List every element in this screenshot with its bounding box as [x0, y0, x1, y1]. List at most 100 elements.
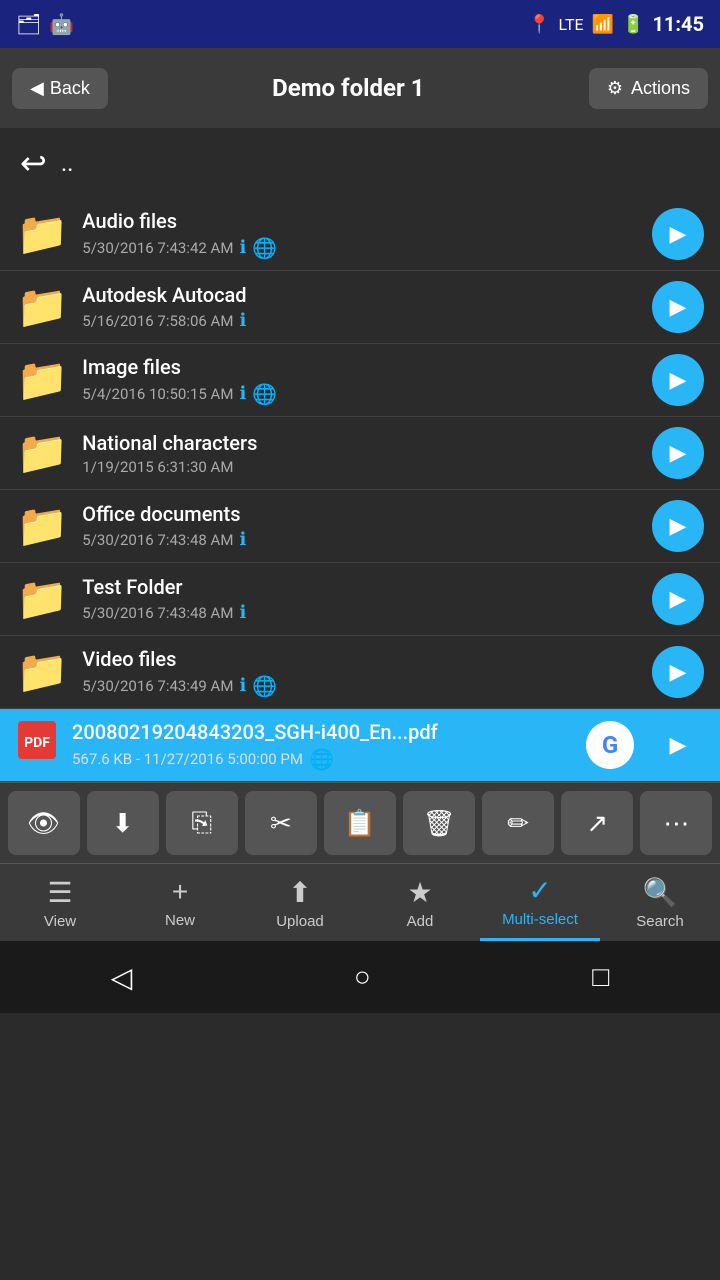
back-folder-icon: ↩ [20, 144, 47, 182]
file-date: 5/30/2016 7:43:48 AM [82, 604, 233, 622]
add-nav-icon: ★ [407, 876, 432, 909]
add-nav-label: Add [407, 913, 434, 930]
actions-label: Actions [631, 78, 690, 99]
new-nav[interactable]: + New [120, 864, 240, 941]
file-date: 567.6 KB - 11/27/2016 5:00:00 PM [72, 750, 303, 768]
list-item[interactable]: 📁 Office documents5/30/2016 7:43:48 AMℹ ▶ [0, 490, 720, 563]
file-date: 5/4/2016 10:50:15 AM [82, 385, 233, 403]
status-time: 11:45 [652, 12, 704, 36]
file-meta: 5/30/2016 7:43:48 AM ℹ [82, 602, 638, 623]
multiselect-nav[interactable]: ✓Multi-select [480, 864, 600, 941]
search-nav[interactable]: 🔍Search [600, 864, 720, 941]
folder-icon: 📁 [16, 356, 68, 405]
network-icon: 📶 [592, 14, 614, 35]
file-info: Test Folder 5/30/2016 7:43:48 AM ℹ [82, 575, 638, 623]
status-right-icons: 📍 LTE 📶 🔋 11:45 [528, 12, 704, 36]
file-meta: 5/30/2016 7:43:49 AMℹ🌐 [82, 674, 638, 698]
app-icon-1: 🗂 [16, 12, 41, 36]
page-title: Demo folder 1 [108, 74, 589, 102]
info-icon: ℹ [239, 383, 246, 404]
parent-dir-row[interactable]: ↩ .. [0, 128, 720, 198]
list-item[interactable]: 📁National characters1/19/2015 6:31:30 AM… [0, 417, 720, 490]
file-info: National characters1/19/2015 6:31:30 AM [82, 431, 638, 476]
file-name: Image files [82, 355, 638, 379]
parent-dir-dots: .. [61, 149, 74, 177]
file-date: 5/30/2016 7:43:49 AM [82, 677, 233, 695]
play-button[interactable]: ▶ [652, 281, 704, 333]
view-nav[interactable]: ☰ View [0, 864, 120, 941]
file-info: Video files5/30/2016 7:43:49 AMℹ🌐 [82, 647, 638, 698]
file-info: Office documents5/30/2016 7:43:48 AMℹ [82, 502, 638, 550]
sys-recent-button[interactable]: □ [582, 951, 619, 1003]
file-name: 20080219204843203_SGH-i400_En...pdf [72, 720, 572, 744]
status-bar: 🗂 🤖 📍 LTE 📶 🔋 11:45 [0, 0, 720, 48]
play-button[interactable]: ▶ [652, 719, 704, 771]
info-icon: ℹ [239, 310, 246, 331]
back-label: Back [50, 78, 90, 99]
share-btn[interactable]: ↗ [561, 791, 633, 855]
battery-icon: 🔋 [622, 14, 644, 35]
file-name: Audio files [82, 209, 638, 233]
file-name: Test Folder [82, 575, 638, 599]
globe-icon: 🌐 [252, 236, 277, 260]
list-item[interactable]: 📁 Audio files 5/30/2016 7:43:42 AM ℹ 🌐 ▶ [0, 198, 720, 271]
info-icon: ℹ [239, 602, 246, 623]
play-button[interactable]: ▶ [652, 354, 704, 406]
multiselect-nav-label: Multi-select [502, 911, 578, 928]
file-meta: 1/19/2015 6:31:30 AM [82, 458, 638, 476]
svg-text:PDF: PDF [24, 735, 50, 751]
new-nav-label: New [165, 912, 195, 929]
app-icon-2: 🤖 [49, 12, 74, 36]
status-left-icons: 🗂 🤖 [16, 12, 74, 36]
view-nav-icon: ☰ [47, 876, 72, 909]
view-nav-label: View [44, 913, 76, 930]
paste-btn[interactable]: 📋 [324, 791, 396, 855]
folder-icon: 📁 [16, 502, 68, 551]
view-btn[interactable]: 👁 [8, 791, 80, 855]
folder-icon: 📁 [16, 283, 68, 332]
info-icon: ℹ [239, 237, 246, 258]
list-item[interactable]: PDF 20080219204843203_SGH-i400_En...pdf 56… [0, 709, 720, 782]
list-item[interactable]: 📁Image files5/4/2016 10:50:15 AMℹ🌐▶ [0, 344, 720, 417]
play-button[interactable]: ▶ [652, 646, 704, 698]
google-icon: G [586, 721, 634, 769]
sys-back-button[interactable]: ◁ [101, 951, 143, 1004]
file-meta: 5/4/2016 10:50:15 AMℹ🌐 [82, 382, 638, 406]
file-date: 5/30/2016 7:43:42 AM [82, 239, 233, 257]
header: ◀ Back Demo folder 1 ⚙ Actions [0, 48, 720, 128]
file-name: Autodesk Autocad [82, 283, 638, 307]
file-list: 📁 Audio files 5/30/2016 7:43:42 AM ℹ 🌐 ▶ 📁 Auto… [0, 198, 720, 782]
file-name: Office documents [82, 502, 638, 526]
new-nav-icon: + [172, 876, 188, 908]
search-nav-icon: 🔍 [643, 876, 678, 909]
more-btn[interactable]: ⋯ [640, 791, 712, 855]
play-button[interactable]: ▶ [652, 427, 704, 479]
list-item[interactable]: 📁Test Folder5/30/2016 7:43:48 AMℹ▶ [0, 563, 720, 636]
file-date: 1/19/2015 6:31:30 AM [82, 458, 233, 476]
cut-btn[interactable]: ✂ [245, 791, 317, 855]
pdf-icon: PDF [16, 719, 58, 771]
location-icon: 📍 [528, 14, 550, 35]
edit-btn[interactable]: ✏ [482, 791, 554, 855]
list-item[interactable]: 📁Video files5/30/2016 7:43:49 AMℹ🌐▶ [0, 636, 720, 709]
folder-icon: 📁 [16, 210, 68, 259]
globe-icon: 🌐 [309, 747, 334, 771]
upload-nav-icon: ⬆ [288, 876, 311, 909]
info-icon: ℹ [239, 675, 246, 696]
file-info: Autodesk Autocad5/16/2016 7:58:06 AMℹ [82, 283, 638, 331]
add-nav[interactable]: ★ Add [360, 864, 480, 941]
file-info: 20080219204843203_SGH-i400_En...pdf 567.6… [72, 720, 572, 771]
folder-icon: 📁 [16, 648, 68, 697]
back-button[interactable]: ◀ Back [12, 68, 108, 109]
action-toolbar: 👁⬇⎘✂📋🗑✏↗⋯ [0, 782, 720, 863]
download-btn[interactable]: ⬇ [87, 791, 159, 855]
play-button[interactable]: ▶ [652, 500, 704, 552]
play-button[interactable]: ▶ [652, 573, 704, 625]
actions-button[interactable]: ⚙ Actions [589, 68, 708, 109]
upload-nav[interactable]: ⬆Upload [240, 864, 360, 941]
delete-btn[interactable]: 🗑 [403, 791, 475, 855]
play-button[interactable]: ▶ [652, 208, 704, 260]
sys-home-button[interactable]: ○ [344, 951, 381, 1003]
copy-btn[interactable]: ⎘ [166, 791, 238, 855]
list-item[interactable]: 📁 Autodesk Autocad5/16/2016 7:58:06 AMℹ ▶ [0, 271, 720, 344]
